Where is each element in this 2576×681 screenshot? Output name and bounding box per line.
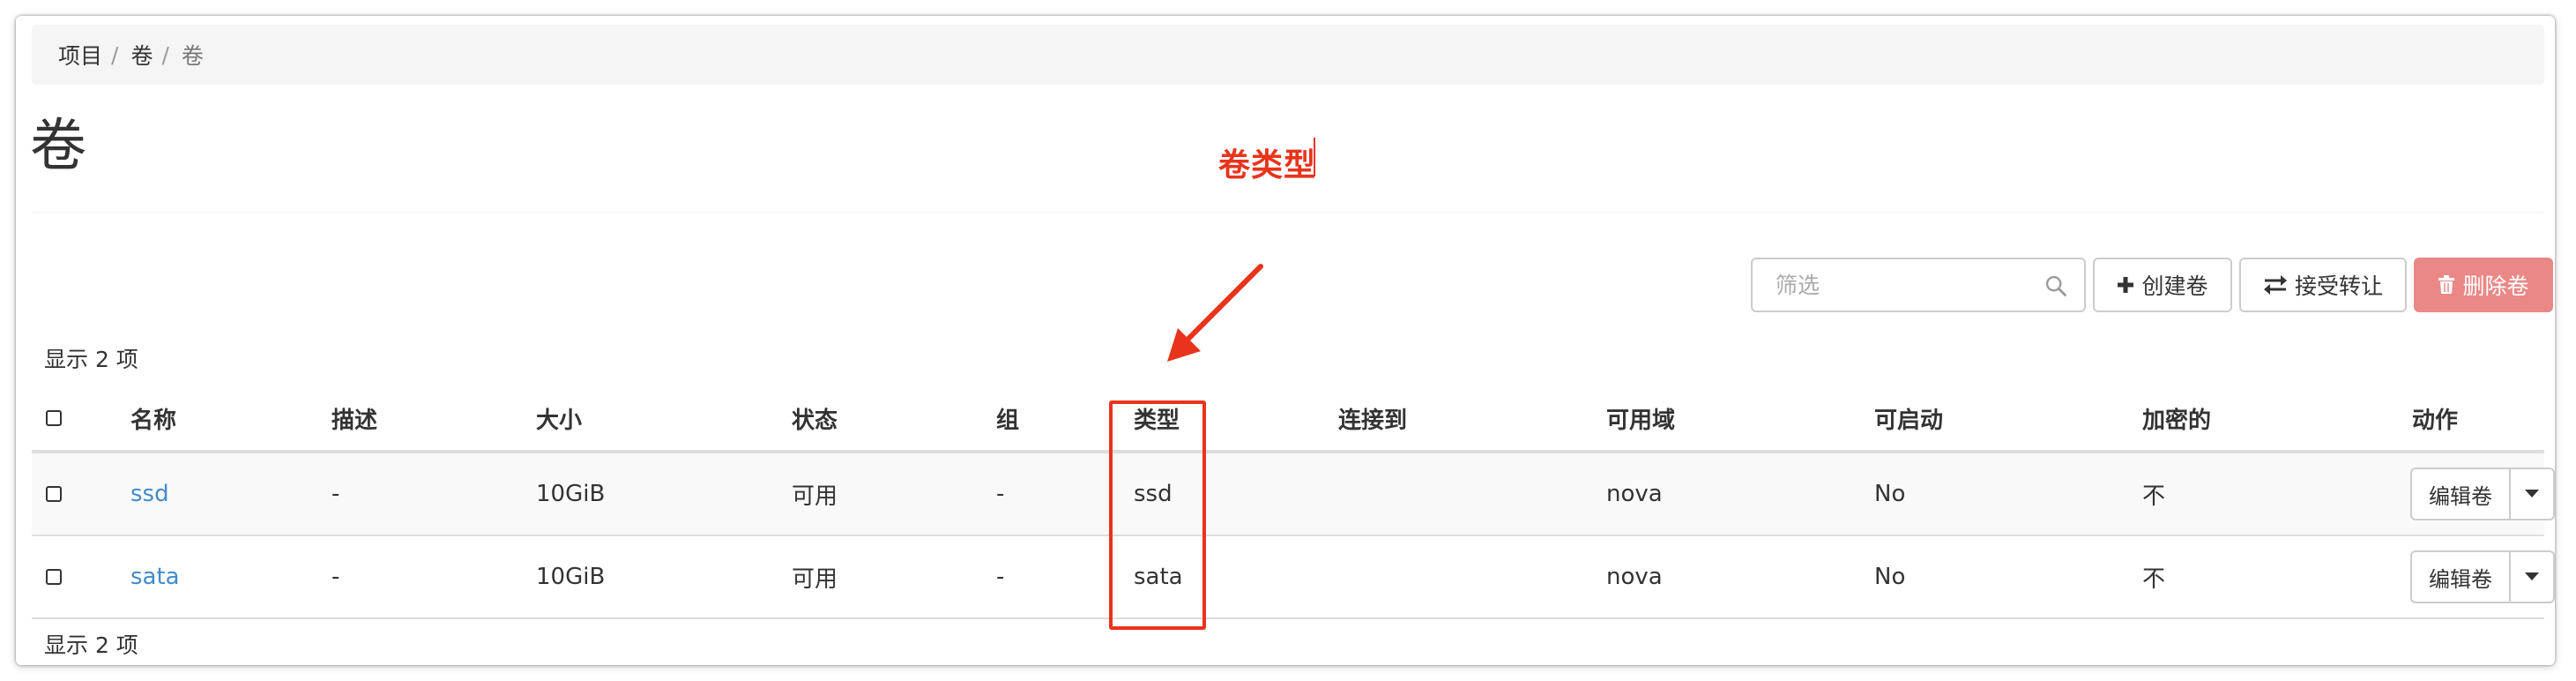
table-row: sata - 10GiB 可用 - sata nova No 不 编辑卷: [32, 536, 2555, 619]
row-checkbox[interactable]: [46, 486, 62, 502]
row-action-group: 编辑卷: [2410, 468, 2555, 520]
column-header-size[interactable]: 大小: [536, 386, 582, 450]
column-header-actions: 动作: [2412, 407, 2459, 434]
annotation-label: 卷类型: [1218, 147, 1317, 183]
breadcrumb-separator: /: [161, 41, 169, 68]
column-header-attached-to[interactable]: 连接到: [1338, 386, 1407, 450]
volume-name-link[interactable]: sata: [130, 564, 180, 590]
column-header-status[interactable]: 状态: [792, 386, 838, 450]
more-actions-toggle[interactable]: [2511, 550, 2555, 603]
name-cell: ssd: [130, 453, 169, 535]
status-cell: 可用: [792, 483, 838, 510]
search-icon[interactable]: [2044, 273, 2068, 298]
create-volume-button[interactable]: 创建卷: [2093, 258, 2232, 312]
plus-icon: [2118, 277, 2134, 293]
select-all-checkbox[interactable]: [46, 410, 62, 426]
size-cell: 10GiB: [536, 481, 606, 507]
availability-zone-cell: nova: [1606, 564, 1663, 590]
item-count-top: 显示 2 项: [44, 347, 138, 372]
size-cell: 10GiB: [536, 564, 606, 590]
accept-transfer-button[interactable]: 接受转让: [2239, 258, 2407, 312]
group-cell: -: [996, 564, 1005, 590]
breadcrumb-item-current: 卷: [181, 43, 204, 69]
availability-zone-cell: nova: [1606, 481, 1663, 507]
accept-transfer-label: 接受转让: [2294, 273, 2383, 299]
page-title: 卷: [30, 114, 86, 179]
filter-box: [1751, 258, 2086, 312]
column-header-bootable[interactable]: 可启动: [1874, 386, 1943, 450]
column-header-encrypted[interactable]: 加密的: [2142, 386, 2211, 450]
column-header-name[interactable]: 名称: [130, 386, 176, 450]
encrypted-cell: 不: [2142, 565, 2166, 593]
column-header-availability-zone[interactable]: 可用域: [1606, 386, 1675, 450]
select-all-cell: [46, 386, 62, 450]
delete-volume-button[interactable]: 删除卷: [2414, 258, 2553, 312]
bootable-cell: No: [1874, 481, 1906, 507]
breadcrumb-item-volumes[interactable]: 卷: [130, 39, 153, 71]
table-header: 名称 描述 大小 状态 组 类型 连接到 可用域 可启动 加密的 动作: [32, 386, 2544, 453]
trash-icon: [2438, 275, 2455, 294]
exchange-icon: [2263, 275, 2287, 295]
delete-volume-label: 删除卷: [2462, 273, 2529, 299]
encrypted-cell: 不: [2142, 483, 2166, 510]
breadcrumb: 项目 / 卷 / 卷: [32, 25, 2544, 85]
item-count-bottom: 显示 2 项: [44, 632, 138, 658]
group-cell: -: [996, 481, 1005, 507]
description-cell: -: [331, 481, 340, 507]
text-cursor: [1314, 138, 1315, 176]
caret-down-icon: [2525, 490, 2539, 498]
breadcrumb-item-project[interactable]: 项目: [58, 39, 102, 71]
status-cell: 可用: [792, 565, 838, 593]
table-row: ssd - 10GiB 可用 - ssd nova No 不 编辑卷: [32, 453, 2555, 536]
column-header-group[interactable]: 组: [996, 386, 1019, 450]
row-checkbox[interactable]: [46, 569, 62, 585]
description-cell: -: [331, 564, 340, 590]
row-select-cell: [46, 453, 62, 535]
row-action-group: 编辑卷: [2410, 550, 2555, 603]
more-actions-toggle[interactable]: [2511, 468, 2555, 520]
bootable-cell: No: [1874, 564, 1906, 590]
name-cell: sata: [130, 536, 180, 617]
title-divider: [32, 212, 2544, 213]
row-select-cell: [46, 536, 62, 617]
caret-down-icon: [2525, 572, 2539, 580]
volume-name-link[interactable]: ssd: [130, 481, 169, 507]
app-frame: 项目 / 卷 / 卷 卷 卷类型 创建卷 接受转让: [16, 16, 2555, 665]
filter-input[interactable]: [1774, 271, 2042, 299]
column-header-description[interactable]: 描述: [331, 386, 377, 450]
edit-volume-button[interactable]: 编辑卷: [2410, 468, 2511, 520]
breadcrumb-separator: /: [111, 41, 119, 68]
create-volume-label: 创建卷: [2141, 273, 2208, 299]
type-column-highlight-box: [1109, 400, 1206, 630]
edit-volume-button[interactable]: 编辑卷: [2410, 550, 2511, 603]
annotation-arrow-icon: [1167, 264, 1263, 362]
